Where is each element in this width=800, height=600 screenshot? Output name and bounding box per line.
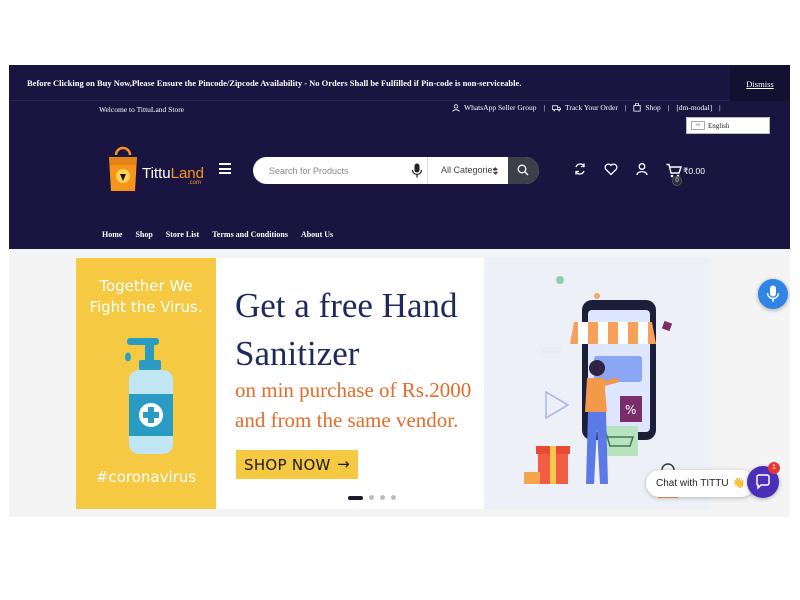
flag-icon: en xyxy=(691,121,705,130)
notice-bar: Before Clicking on Buy Now,Please Ensure… xyxy=(9,65,790,101)
carousel-dot-4[interactable] xyxy=(391,495,396,500)
wave-hand-icon: 👋 xyxy=(732,478,746,489)
separator: | xyxy=(667,103,670,112)
top-link-label: Shop xyxy=(645,103,661,112)
chat-greeting[interactable]: Chat with TITTU 👋 xyxy=(646,470,756,497)
menu-icon[interactable] xyxy=(219,163,231,174)
dismiss-link[interactable]: Dismiss xyxy=(730,65,790,101)
microphone-icon[interactable] xyxy=(411,163,423,178)
notice-text: Before Clicking on Buy Now,Please Ensure… xyxy=(27,78,522,88)
top-link-label: [dm-modal] xyxy=(676,103,713,112)
language-selector[interactable]: en English xyxy=(686,117,770,134)
logo-suffix: .com xyxy=(188,180,202,186)
shopping-bag-logo-icon xyxy=(109,146,137,191)
updown-caret-icon xyxy=(493,167,498,175)
microphone-icon xyxy=(766,285,780,302)
voice-search-button[interactable] xyxy=(758,279,788,309)
cart-count-badge: 0 xyxy=(672,176,682,186)
site-logo[interactable]: TittuLand .com xyxy=(106,145,211,195)
cart-total: ₹0.00 xyxy=(683,166,705,176)
nav-item-store-list[interactable]: Store List xyxy=(166,230,199,239)
compare-icon[interactable] xyxy=(573,162,587,176)
top-links: WhatsApp Seller Group | Track Your Order… xyxy=(452,103,728,112)
shop-link[interactable]: Shop xyxy=(633,103,661,112)
bag-icon xyxy=(633,103,641,112)
top-link-label: Track Your Order xyxy=(565,103,618,112)
banner-headline: Get a free Hand Sanitizer xyxy=(235,286,458,373)
search-input[interactable] xyxy=(253,157,427,184)
svg-text:%: % xyxy=(625,403,636,417)
search-button[interactable] xyxy=(508,157,539,184)
header: Before Clicking on Buy Now,Please Ensure… xyxy=(9,65,790,249)
category-select[interactable]: All Categories xyxy=(427,157,509,184)
whatsapp-seller-group-link[interactable]: WhatsApp Seller Group xyxy=(452,103,536,112)
carousel-dots xyxy=(348,495,396,500)
top-link-label: WhatsApp Seller Group xyxy=(464,103,537,112)
sanitizer-bottle-icon xyxy=(125,338,173,454)
language-label: English xyxy=(708,121,730,130)
dm-modal-link[interactable]: [dm-modal] xyxy=(676,103,712,112)
shop-now-button[interactable]: SHOP NOW → xyxy=(236,450,358,479)
banner-copy: Get a free Hand Sanitizer on min purchas… xyxy=(216,258,484,509)
arrow-right-icon: → xyxy=(337,455,350,473)
page: Before Clicking on Buy Now,Please Ensure… xyxy=(0,0,800,600)
banner-left-panel: Together We Fight the Virus. #coronaviru… xyxy=(76,258,216,509)
separator: | xyxy=(719,103,721,112)
user-icon xyxy=(452,103,460,112)
banner-subtext: on min purchase of Rs.2000 and from the … xyxy=(235,378,472,432)
search-icon xyxy=(517,164,529,176)
separator: | xyxy=(624,103,627,112)
chat-unread-badge: 1 xyxy=(768,462,780,474)
chat-label: Chat with TITTU xyxy=(656,478,729,489)
carousel-dot-3[interactable] xyxy=(380,495,385,500)
track-order-link[interactable]: Track Your Order xyxy=(552,103,618,112)
main-nav: Home Shop Store List Terms and Condition… xyxy=(102,230,333,239)
search-bar: All Categories xyxy=(253,157,539,184)
nav-item-terms[interactable]: Terms and Conditions xyxy=(212,230,288,239)
nav-item-home[interactable]: Home xyxy=(102,230,122,239)
wishlist-heart-icon[interactable] xyxy=(604,162,618,176)
site: Before Clicking on Buy Now,Please Ensure… xyxy=(9,65,790,517)
header-icons xyxy=(573,162,666,176)
separator: | xyxy=(543,103,545,112)
chat-icon xyxy=(756,474,770,490)
banner-hashtag: #coronavirus xyxy=(95,468,197,486)
welcome-text: Welcome to TittuLand Store xyxy=(99,105,185,114)
nav-item-shop[interactable]: Shop xyxy=(135,230,152,239)
cart-button[interactable]: 0 ₹0.00 xyxy=(666,160,710,188)
carousel-dot-2[interactable] xyxy=(369,495,374,500)
hero-banner[interactable]: Together We Fight the Virus. #coronaviru… xyxy=(76,258,711,509)
banner-left-title: Together We Fight the Virus. xyxy=(89,277,203,316)
nav-item-about-us[interactable]: About Us xyxy=(301,230,333,239)
category-selected: All Categories xyxy=(441,165,498,175)
carousel-dot-1[interactable] xyxy=(348,495,363,500)
account-user-icon[interactable] xyxy=(635,162,649,176)
truck-icon xyxy=(552,104,561,111)
